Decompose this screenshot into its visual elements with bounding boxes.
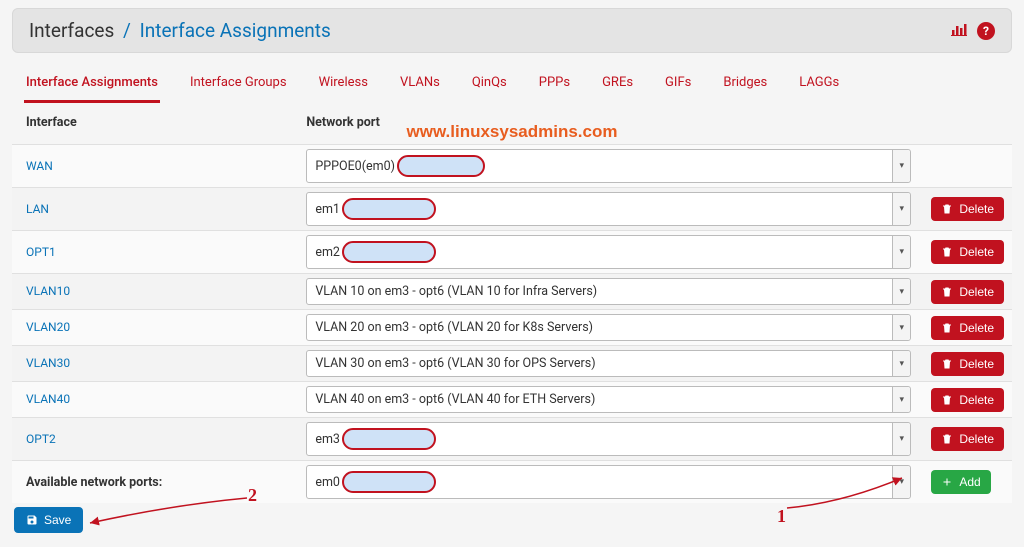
network-port-select[interactable]: PPPOE0(em0)▾	[306, 149, 911, 183]
tab-interface-groups[interactable]: Interface Groups	[188, 69, 289, 103]
redacted-mac	[397, 155, 485, 177]
interface-link[interactable]: VLAN20	[26, 320, 70, 334]
network-port-select[interactable]: VLAN 20 on em3 - opt6 (VLAN 20 for K8s S…	[306, 314, 911, 341]
table-row: VLAN10 VLAN 10 on em3 - opt6 (VLAN 10 for…	[12, 274, 1012, 310]
interface-table: Interface Network port WAN PPPOE0(em0)▾ LA…	[12, 103, 1012, 503]
annotation-two: 2	[248, 485, 257, 506]
plus-icon	[941, 476, 953, 488]
delete-button[interactable]: Delete	[931, 352, 1004, 376]
tab-interface-assignments[interactable]: Interface Assignments	[24, 69, 160, 103]
interface-link[interactable]: OPT2	[26, 432, 56, 446]
chevron-down-icon[interactable]: ▾	[892, 150, 910, 182]
breadcrumb-root[interactable]: Interfaces	[29, 19, 114, 42]
delete-button[interactable]: Delete	[931, 197, 1004, 221]
delete-button[interactable]: Delete	[931, 280, 1004, 304]
trash-icon	[941, 322, 953, 334]
delete-button[interactable]: Delete	[931, 427, 1004, 451]
chevron-down-icon[interactable]: ▾	[892, 193, 910, 225]
save-label: Save	[44, 513, 71, 527]
table-row: OPT1 em2▾ Delete	[12, 231, 1012, 274]
network-port-select[interactable]: VLAN 40 on em3 - opt6 (VLAN 40 for ETH S…	[306, 386, 911, 413]
status-graph-icon[interactable]	[951, 22, 967, 40]
redacted-mac	[342, 198, 436, 220]
delete-button[interactable]: Delete	[931, 316, 1004, 340]
network-port-select[interactable]: em1▾	[306, 192, 911, 226]
table-row: VLAN30 VLAN 30 on em3 - opt6 (VLAN 30 for…	[12, 346, 1012, 382]
trash-icon	[941, 286, 953, 298]
trash-icon	[941, 358, 953, 370]
add-button[interactable]: Add	[931, 470, 990, 494]
redacted-mac	[342, 428, 436, 450]
interface-link[interactable]: VLAN30	[26, 356, 70, 370]
col-interface: Interface	[12, 103, 296, 145]
tab-gifs[interactable]: GIFs	[663, 69, 693, 103]
table-row: OPT2 em3▾ Delete	[12, 418, 1012, 461]
table-row: VLAN20 VLAN 20 on em3 - opt6 (VLAN 20 for…	[12, 310, 1012, 346]
interface-link[interactable]: WAN	[26, 159, 53, 173]
save-button[interactable]: Save	[14, 507, 83, 533]
table-row: WAN PPPOE0(em0)▾	[12, 145, 1012, 188]
chevron-down-icon[interactable]: ▾	[892, 351, 910, 376]
annotation-one: 1	[777, 506, 786, 527]
breadcrumb-current[interactable]: Interface Assignments	[140, 19, 331, 42]
chevron-down-icon[interactable]: ▾	[892, 236, 910, 268]
chevron-down-icon[interactable]: ▾	[892, 387, 910, 412]
chevron-down-icon[interactable]: ▾	[892, 315, 910, 340]
col-port: Network port	[296, 103, 921, 145]
trash-icon	[941, 203, 953, 215]
network-port-select[interactable]: VLAN 30 on em3 - opt6 (VLAN 30 for OPS S…	[306, 350, 911, 377]
tab-ppps[interactable]: PPPs	[537, 69, 572, 103]
tab-bar: Interface Assignments Interface Groups Wir…	[0, 53, 1024, 103]
trash-icon	[941, 246, 953, 258]
chevron-down-icon[interactable]: ▾	[892, 279, 910, 304]
table-row: VLAN40 VLAN 40 on em3 - opt6 (VLAN 40 for…	[12, 382, 1012, 418]
network-port-select[interactable]: em3▾	[306, 422, 911, 456]
interface-link[interactable]: VLAN10	[26, 284, 70, 298]
breadcrumb: Interfaces / Interface Assignments	[29, 19, 331, 42]
chevron-down-icon[interactable]: ▾	[892, 423, 910, 455]
interface-link[interactable]: OPT1	[26, 245, 56, 259]
page-header: Interfaces / Interface Assignments ?	[12, 8, 1012, 53]
tab-gres[interactable]: GREs	[600, 69, 635, 103]
delete-button[interactable]: Delete	[931, 240, 1004, 264]
network-port-select[interactable]: VLAN 10 on em3 - opt6 (VLAN 10 for Infra…	[306, 278, 911, 305]
help-icon[interactable]: ?	[977, 22, 995, 40]
redacted-mac	[342, 241, 436, 263]
save-icon	[26, 514, 38, 526]
tab-vlans[interactable]: VLANs	[398, 69, 442, 103]
trash-icon	[941, 394, 953, 406]
available-ports-label: Available network ports:	[26, 475, 162, 490]
delete-button[interactable]: Delete	[931, 388, 1004, 412]
tab-qinqs[interactable]: QinQs	[470, 69, 509, 103]
interface-link[interactable]: VLAN40	[26, 392, 70, 406]
tab-wireless[interactable]: Wireless	[317, 69, 370, 103]
redacted-mac	[342, 471, 436, 493]
tab-laggs[interactable]: LAGGs	[797, 69, 841, 103]
interface-link[interactable]: LAN	[26, 202, 49, 216]
table-row: LAN em1▾ Delete	[12, 188, 1012, 231]
trash-icon	[941, 433, 953, 445]
network-port-select[interactable]: em2▾	[306, 235, 911, 269]
tab-bridges[interactable]: Bridges	[721, 69, 769, 103]
